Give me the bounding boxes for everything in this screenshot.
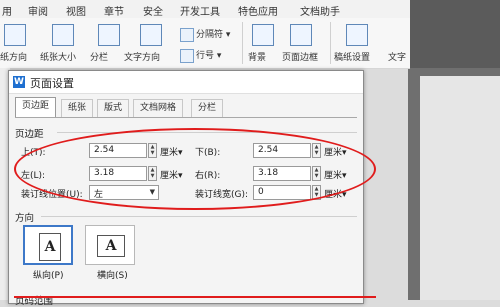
wps-app-icon: W bbox=[13, 76, 25, 88]
menu-item-references[interactable]: 用 bbox=[2, 3, 12, 18]
portrait-button[interactable]: A bbox=[23, 225, 73, 265]
red-annotation-line bbox=[14, 296, 376, 298]
tab-columns[interactable]: 分栏 bbox=[191, 99, 224, 117]
ribbon-paper-size[interactable]: 纸张大小 bbox=[40, 50, 76, 63]
line-numbers-icon bbox=[180, 48, 194, 63]
ribbon-separator bbox=[330, 22, 331, 64]
paper-size-icon bbox=[52, 24, 74, 46]
breaks-icon bbox=[180, 27, 194, 42]
columns-icon bbox=[98, 24, 120, 46]
ribbon-orientation[interactable]: 纸方向 bbox=[0, 50, 27, 63]
portrait-label: 纵向(P) bbox=[33, 271, 64, 281]
page-border-icon bbox=[290, 24, 312, 46]
landscape-button[interactable]: A bbox=[85, 225, 135, 265]
ribbon-toolbar: 纸方向 纸张大小 分栏 文字方向 分隔符 ▾ 行号 ▾ 背景 页面边框 稿纸设置… bbox=[0, 18, 410, 69]
tab-layout[interactable]: 版式 bbox=[97, 99, 130, 117]
menu-item-security[interactable]: 安全 bbox=[143, 3, 163, 18]
ribbon-breaks[interactable]: 分隔符 ▾ bbox=[180, 27, 230, 42]
menu-bar: 用 审阅 视图 章节 安全 开发工具 特色应用 文档助手 bbox=[0, 0, 410, 19]
tab-paper[interactable]: 纸张 bbox=[61, 99, 94, 117]
menu-item-developer[interactable]: 开发工具 bbox=[180, 3, 220, 18]
document-background-area bbox=[408, 0, 500, 300]
margins-section-title: 页边距 bbox=[15, 129, 44, 140]
ribbon-line-numbers[interactable]: 行号 ▾ bbox=[180, 48, 221, 63]
section-divider bbox=[41, 216, 357, 217]
landscape-page-icon: A bbox=[97, 235, 125, 257]
dialog-title: 页面设置 bbox=[30, 77, 74, 90]
menu-item-view[interactable]: 视图 bbox=[66, 3, 86, 18]
tab-document-grid[interactable]: 文档网格 bbox=[133, 99, 184, 117]
ribbon-manuscript-settings[interactable]: 稿纸设置 bbox=[334, 50, 370, 63]
document-page bbox=[420, 76, 500, 300]
ribbon-columns[interactable]: 分栏 bbox=[90, 50, 108, 63]
dialog-titlebar[interactable]: W 页面设置 bbox=[9, 71, 363, 94]
menu-item-doc-assistant[interactable]: 文档助手 bbox=[300, 3, 340, 18]
menu-item-chapter[interactable]: 章节 bbox=[104, 3, 124, 18]
landscape-label: 横向(S) bbox=[97, 271, 128, 281]
line-numbers-label: 行号 bbox=[196, 51, 215, 61]
text-direction-icon bbox=[140, 24, 162, 46]
menu-item-review[interactable]: 审阅 bbox=[28, 3, 48, 18]
ribbon-overflow bbox=[408, 0, 500, 68]
orientation-section-title: 方向 bbox=[15, 213, 35, 224]
ribbon-page-border[interactable]: 页面边框 bbox=[282, 50, 318, 63]
ribbon-text-more[interactable]: 文字 bbox=[388, 50, 406, 63]
breaks-label: 分隔符 bbox=[196, 30, 224, 40]
menu-item-special[interactable]: 特色应用 bbox=[238, 3, 278, 18]
tab-divider bbox=[15, 117, 357, 118]
ribbon-background[interactable]: 背景 bbox=[248, 50, 266, 63]
tab-margins[interactable]: 页边距 bbox=[15, 97, 57, 118]
ribbon-text-direction[interactable]: 文字方向 bbox=[124, 50, 160, 63]
orientation-icon bbox=[4, 24, 26, 46]
background-icon bbox=[252, 24, 274, 46]
red-annotation-oval bbox=[14, 128, 376, 210]
ribbon-separator bbox=[242, 22, 243, 64]
portrait-page-icon: A bbox=[39, 233, 61, 261]
manuscript-icon bbox=[346, 24, 368, 46]
